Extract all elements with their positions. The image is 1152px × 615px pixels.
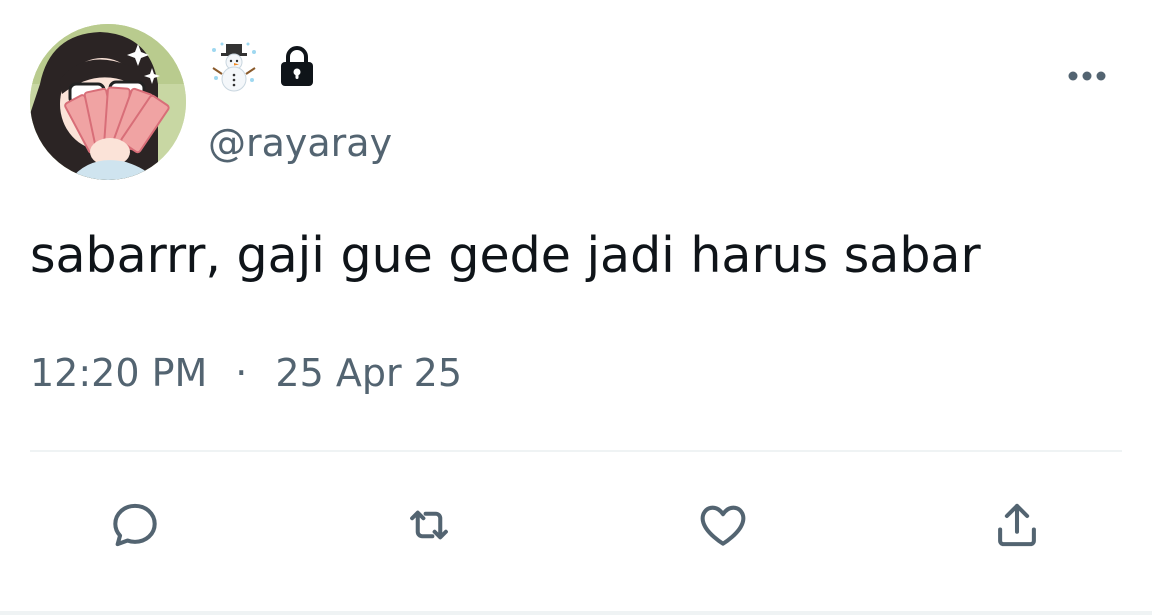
retweet-icon [410, 510, 448, 540]
share-button[interactable] [982, 490, 1052, 560]
avatar[interactable] [30, 24, 186, 180]
reply-icon [113, 503, 157, 547]
heart-icon [700, 505, 746, 546]
avatar-image [30, 24, 186, 180]
name-row [208, 40, 320, 92]
user-handle[interactable]: @rayaray [208, 118, 392, 168]
tweet-time[interactable]: 12:20 PM [30, 351, 207, 395]
tweet-date[interactable]: 25 Apr 25 [275, 351, 462, 395]
reply-button[interactable] [100, 490, 170, 560]
more-icon [1068, 71, 1106, 81]
tweet-text: sabarrr, gaji gue gede jadi harus sabar [30, 227, 981, 284]
lock-icon [281, 46, 313, 86]
like-button[interactable] [688, 490, 758, 560]
meta-separator: · [235, 351, 248, 395]
retweet-button[interactable] [394, 490, 464, 560]
share-icon [998, 503, 1036, 547]
snowman-icon [212, 42, 256, 92]
divider [30, 450, 1122, 452]
tweet-meta: 12:20 PM · 25 Apr 25 [30, 345, 462, 401]
more-button[interactable] [1066, 60, 1108, 92]
bottom-divider [0, 611, 1152, 615]
action-bar [0, 490, 1152, 560]
